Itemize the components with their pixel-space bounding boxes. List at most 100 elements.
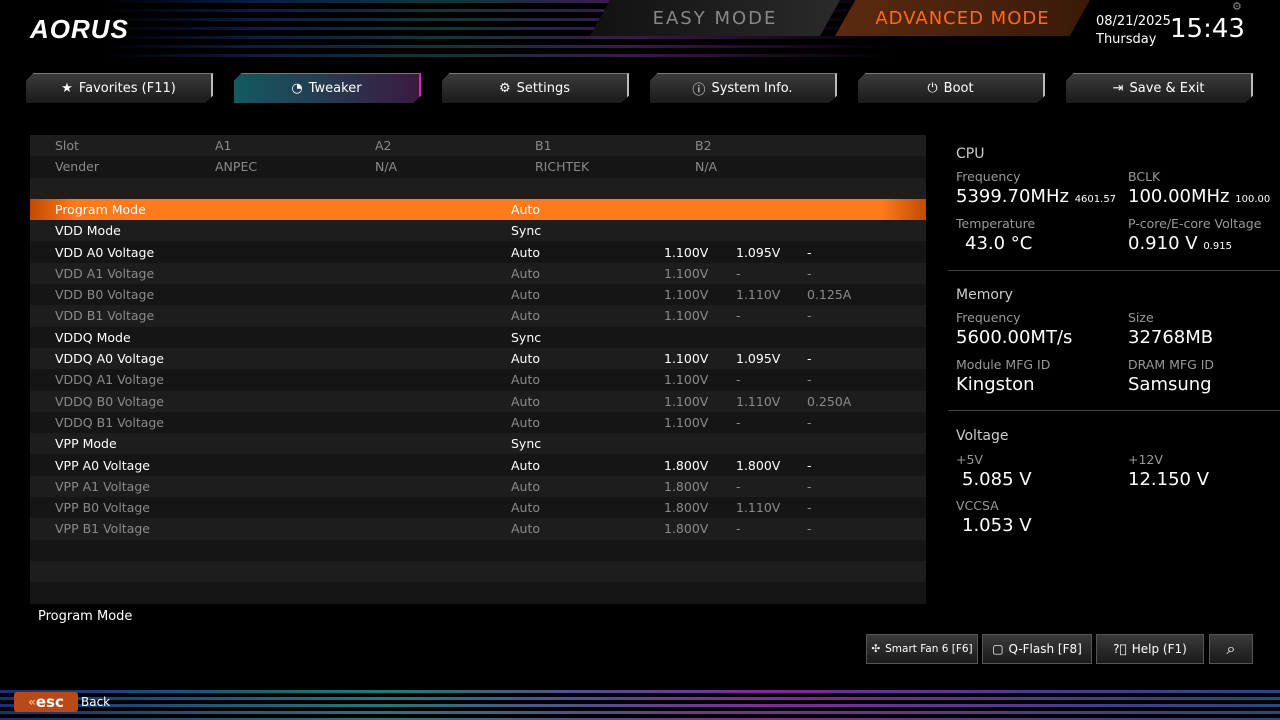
tab-save-exit[interactable]: ⇥ Save & Exit	[1066, 73, 1253, 103]
tab-icon: ⓘ	[692, 83, 706, 98]
setting-value[interactable]: Auto	[511, 455, 540, 476]
empty-row	[30, 561, 926, 583]
reading-3: -	[807, 500, 812, 516]
setting-row: VDDQ B1 Voltage Auto 1.100V - -	[30, 412, 926, 433]
reading-3: -	[807, 457, 812, 473]
setting-name: VDD A0 Voltage	[55, 244, 155, 260]
tab-label: Boot	[943, 81, 974, 96]
reading-3: -	[807, 351, 812, 366]
reading-2: -	[736, 372, 741, 388]
tab-settings[interactable]: ⚙ Settings	[442, 73, 629, 103]
v5-value: 5.085 V	[962, 469, 1032, 490]
tab-icon: ⏻	[927, 81, 938, 96]
setting-name: VDD B1 Voltage	[55, 308, 155, 324]
setting-name: VDD Mode	[55, 223, 121, 239]
setting-value[interactable]: Sync	[511, 327, 541, 348]
divider	[948, 410, 1280, 411]
tab-favorites-f11[interactable]: ★ Favorites (F11)	[26, 73, 213, 103]
vendor-row: Vender ANPEC N/A RICHTEK N/A	[30, 156, 926, 177]
question-icon: ?⃝	[1113, 642, 1127, 656]
setting-row[interactable]: VPP A0 Voltage Auto 1.800V 1.800V -	[30, 455, 926, 476]
cpu-frequency-sub: 4601.57	[1074, 194, 1117, 205]
setting-row: VPP B0 Voltage Auto 1.800V 1.110V -	[30, 497, 926, 518]
tab-boot[interactable]: ⏻ Boot	[858, 73, 1045, 103]
core-voltage-value: 0.910 V	[1128, 233, 1198, 254]
header-cell: A2	[375, 138, 392, 153]
tab-label: Save & Exit	[1129, 81, 1205, 96]
cpu-frequency-value: 5399.70MHz	[956, 186, 1069, 207]
search-button[interactable]: ⌕	[1209, 634, 1253, 664]
tab-icon: ★	[61, 81, 73, 96]
reading-2: 1.110V	[736, 393, 781, 409]
setting-row[interactable]: VDDQ Mode Sync	[30, 327, 926, 348]
reading-2: -	[736, 265, 741, 281]
setting-row[interactable]: VDD A0 Voltage Auto 1.100V 1.095V -	[30, 242, 926, 263]
setting-name: VPP B0 Voltage	[55, 500, 150, 516]
smart-fan-label: Smart Fan 6 [F6]	[885, 643, 973, 655]
setting-row: VDDQ B0 Voltage Auto 1.100V 1.110V 0.250…	[30, 390, 926, 412]
tab-icon: ◔	[291, 81, 303, 96]
reading-3: -	[807, 244, 812, 260]
chevron-left-icon: «	[28, 695, 36, 709]
setting-value[interactable]: Auto	[511, 242, 540, 263]
setting-value: Auto	[511, 414, 541, 430]
q-flash-label: Q-Flash [F8]	[1008, 642, 1082, 656]
setting-value[interactable]: Sync	[511, 220, 541, 241]
setting-row: VDD B1 Voltage Auto 1.100V - -	[30, 305, 926, 327]
tab-label: Tweaker	[308, 81, 362, 96]
setting-value: Auto	[511, 308, 541, 324]
module-mfg-value: Kingston	[956, 374, 1035, 395]
clock: 15:43	[1170, 14, 1245, 44]
core-voltage: 0.910 V 0.915	[1128, 233, 1232, 254]
header-cell: Slot	[55, 138, 79, 153]
setting-row[interactable]: VPP Mode Sync	[30, 433, 926, 455]
reading-1: 1.100V	[664, 287, 709, 303]
tab-label: Favorites (F11)	[78, 81, 176, 96]
divider	[948, 270, 1280, 271]
dram-mfg-label: DRAM MFG ID	[1128, 357, 1215, 372]
reading-3: -	[807, 308, 812, 324]
reading-1: 1.100V	[664, 372, 709, 388]
setting-row[interactable]: VDD Mode Sync	[30, 220, 926, 242]
reading-2: 1.110V	[736, 287, 781, 303]
reading-1: 1.100V	[664, 351, 709, 366]
weekday: Thursday	[1096, 32, 1157, 47]
esc-button[interactable]: «esc	[14, 692, 78, 712]
reading-2: -	[736, 478, 741, 494]
setting-row[interactable]: Program Mode Auto	[30, 198, 926, 221]
reading-1: 1.800V	[664, 457, 709, 473]
tab-system-info[interactable]: ⓘ System Info.	[650, 73, 837, 103]
v5-label: +5V	[956, 452, 983, 467]
setting-name: VDDQ A0 Voltage	[55, 351, 164, 366]
easy-mode-button[interactable]: EASY MODE	[590, 0, 840, 36]
setting-name: VDDQ A1 Voltage	[55, 372, 164, 388]
q-flash-button[interactable]: ▢ Q-Flash [F8]	[982, 634, 1092, 664]
header-cell: N/A	[695, 159, 718, 175]
setting-value: Auto	[511, 393, 541, 409]
advanced-mode-button[interactable]: ADVANCED MODE	[835, 0, 1090, 36]
back-label[interactable]: Back	[81, 695, 110, 709]
setting-value[interactable]: Auto	[511, 199, 540, 220]
setting-value[interactable]: Auto	[511, 348, 540, 369]
reading-1: 1.800V	[664, 521, 709, 537]
header-cell: A1	[215, 138, 232, 153]
setting-value[interactable]: Sync	[511, 433, 541, 454]
setting-name: VPP A0 Voltage	[55, 457, 150, 473]
cpu-frequency-label: Frequency	[956, 169, 1021, 184]
voltage-heading: Voltage	[956, 428, 1009, 444]
reading-3: 0.250A	[807, 393, 852, 409]
date: 08/21/2025	[1096, 14, 1171, 29]
tab-tweaker[interactable]: ◔ Tweaker	[234, 73, 421, 103]
bclk-label: BCLK	[1128, 169, 1161, 184]
settings-gear-icon[interactable]: ⚙	[1232, 0, 1242, 13]
bclk: 100.00MHz 100.00	[1128, 186, 1270, 207]
help-button[interactable]: ?⃝ Help (F1)	[1096, 634, 1204, 664]
v12-value: 12.150 V	[1128, 469, 1210, 490]
smart-fan-button[interactable]: ✣ Smart Fan 6 [F6]	[866, 634, 978, 664]
empty-row	[30, 540, 926, 561]
reading-1: 1.800V	[664, 500, 709, 516]
reading-3: -	[807, 265, 812, 281]
setting-row[interactable]: VDDQ A0 Voltage Auto 1.100V 1.095V -	[30, 348, 926, 370]
esc-label: esc	[35, 693, 64, 711]
dram-mfg-value: Samsung	[1128, 374, 1212, 395]
